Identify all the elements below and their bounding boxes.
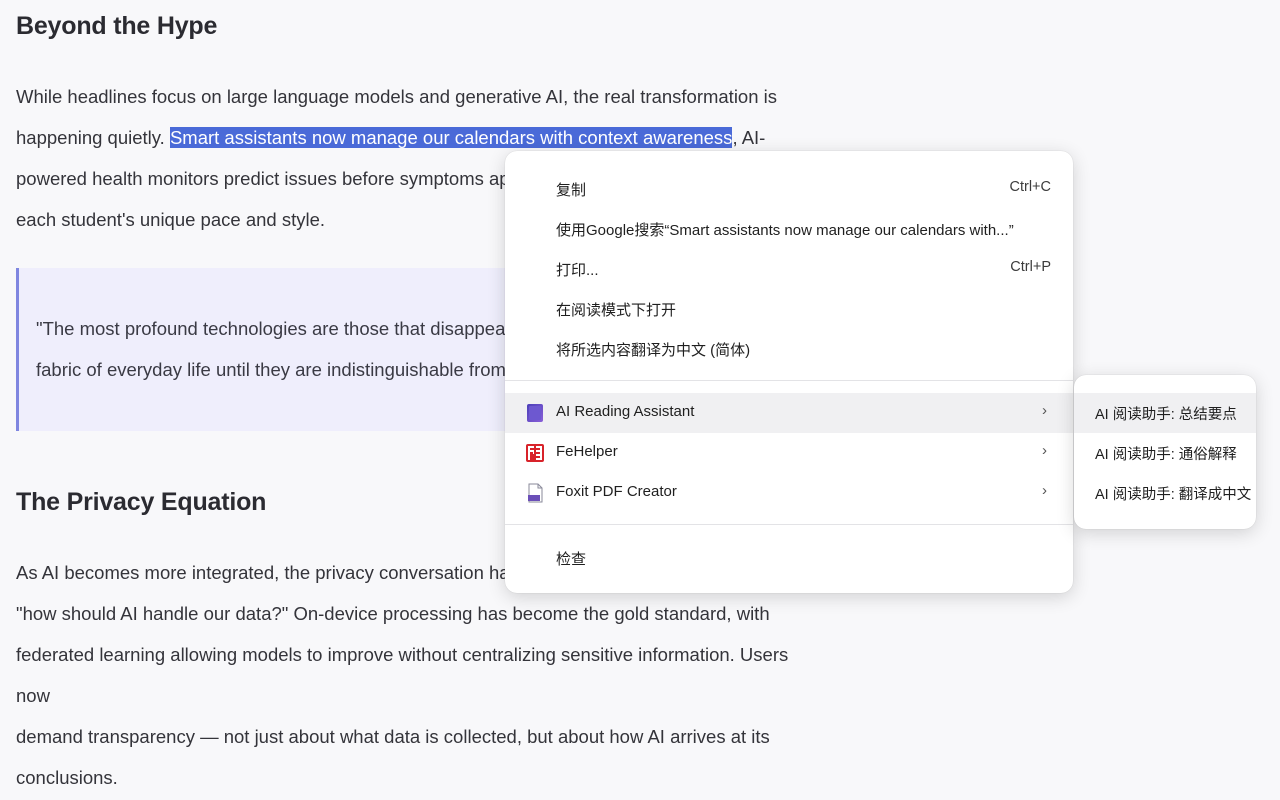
menu-item-label: Foxit PDF Creator (556, 483, 677, 500)
privacy-line2: "how should AI handle our data?" On-devi… (16, 603, 770, 624)
menu-item-label: 在阅读模式下打开 (556, 302, 677, 319)
menu-item-ai-reading-assistant[interactable]: AI Reading Assistant › (505, 393, 1073, 433)
menu-item-label: AI Reading Assistant (556, 403, 695, 420)
section-heading-privacy-equation: The Privacy Equation (16, 488, 267, 516)
ai-reading-assistant-icon (527, 404, 543, 422)
menu-shortcut: Ctrl+P (1010, 259, 1051, 275)
submenu-item-explain[interactable]: AI 阅读助手: 通俗解释 (1074, 433, 1256, 473)
menu-item-label: 将所选内容翻译为中文 (简体) (556, 342, 751, 359)
menu-item-print[interactable]: 打印... Ctrl+P (505, 249, 1073, 289)
fehelper-icon (526, 444, 544, 462)
privacy-line1: As AI becomes more integrated, the priva… (16, 562, 548, 583)
menu-separator (505, 524, 1073, 525)
chevron-right-icon: › (1042, 442, 1047, 459)
foxit-pdf-icon (528, 483, 543, 503)
menu-shortcut: Ctrl+C (1009, 179, 1052, 195)
submenu-item-label: AI 阅读助手: 翻译成中文 (1095, 487, 1252, 503)
privacy-line3: federated learning allowing models to im… (16, 644, 789, 706)
chevron-right-icon: › (1042, 482, 1047, 499)
selected-text[interactable]: Smart assistants now manage our calendar… (169, 127, 733, 148)
submenu-item-label: AI 阅读助手: 总结要点 (1095, 407, 1237, 423)
blockquote-line2: fabric of everyday life until they are i… (36, 359, 533, 380)
menu-item-google-search[interactable]: 使用Google搜索“Smart assistants now manage o… (505, 209, 1073, 249)
chevron-right-icon: › (1042, 402, 1047, 419)
menu-item-foxit-pdf-creator[interactable]: Foxit PDF Creator › (505, 473, 1073, 513)
menu-item-copy[interactable]: 复制 Ctrl+C (505, 169, 1073, 209)
menu-item-label: 检查 (556, 551, 587, 568)
blockquote-line1: "The most profound technologies are thos… (36, 318, 543, 339)
menu-item-label: 打印... (556, 262, 599, 279)
menu-item-label: FeHelper (556, 443, 618, 460)
submenu-item-label: AI 阅读助手: 通俗解释 (1095, 447, 1237, 463)
menu-item-inspect[interactable]: 检查 (505, 538, 1073, 578)
menu-item-fehelper[interactable]: FeHelper › (505, 433, 1073, 473)
submenu-item-translate-chinese[interactable]: AI 阅读助手: 翻译成中文 (1074, 473, 1256, 513)
section-heading-beyond-the-hype: Beyond the Hype (16, 12, 218, 40)
menu-item-translate[interactable]: 将所选内容翻译为中文 (简体) (505, 329, 1073, 369)
menu-item-label: 复制 (556, 182, 587, 199)
privacy-line4: demand transparency — not just about wha… (16, 726, 770, 747)
menu-separator (505, 380, 1073, 381)
ai-reading-assistant-submenu: AI 阅读助手: 总结要点 AI 阅读助手: 通俗解释 AI 阅读助手: 翻译成… (1074, 375, 1256, 529)
paragraph-text-line4: each student's unique pace and style. (16, 209, 325, 230)
submenu-item-summarize[interactable]: AI 阅读助手: 总结要点 (1074, 393, 1256, 433)
menu-item-reading-mode[interactable]: 在阅读模式下打开 (505, 289, 1073, 329)
menu-item-label: 使用Google搜索“Smart assistants now manage o… (556, 222, 1014, 239)
context-menu: 复制 Ctrl+C 使用Google搜索“Smart assistants no… (505, 151, 1073, 593)
privacy-line5: conclusions. (16, 767, 118, 788)
